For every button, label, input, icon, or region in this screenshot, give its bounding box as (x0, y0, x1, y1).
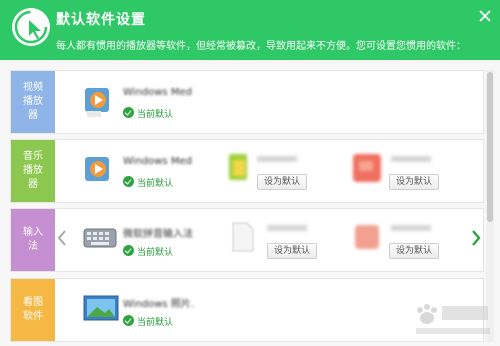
window-title: 默认软件设置 (56, 12, 146, 28)
current-default-badge: 当前默认 (137, 318, 174, 328)
category-label-video: 视频播放器 (11, 71, 55, 133)
scrollbar-thumb[interactable] (487, 72, 493, 222)
check-icon (123, 315, 134, 326)
app-name: Windows 照片... (123, 299, 193, 310)
scroll-left-icon[interactable] (56, 228, 68, 248)
set-default-button[interactable]: 设为默认 (257, 174, 307, 190)
header-bar: 默认软件设置 每人都有惯用的播放器等软件，但经常被篡改，导致用起来不方便。您可设… (0, 0, 500, 60)
category-row-music: 音乐播放器 Windows Medi... 当前默认 设为默认 设为默认 (10, 139, 484, 203)
app-name: 微软拼音输入法 (123, 229, 193, 240)
category-row-input-method: 输入法 微软拼音输入法 当前默认 设为默认 设为默认 (10, 208, 484, 272)
set-default-button[interactable]: 设为默认 (389, 174, 439, 190)
settings-logo-icon (12, 8, 50, 46)
window-subtitle: 每人都有惯用的播放器等软件，但经常被篡改，导致用起来不方便。您可设置您惯用的软件… (56, 41, 466, 52)
category-row-video: 视频播放器 Windows Medi... 当前默认 (10, 70, 484, 134)
category-label-input-method: 输入法 (11, 209, 55, 271)
scroll-right-icon[interactable] (470, 228, 482, 248)
baidu-watermark-logo (410, 298, 496, 338)
category-label-music: 音乐播放器 (11, 140, 55, 202)
windows-media-player-icon[interactable] (83, 154, 115, 186)
close-icon[interactable] (478, 8, 492, 22)
music-app-icon[interactable] (223, 152, 255, 184)
check-icon (123, 245, 134, 256)
photo-viewer-icon[interactable] (83, 293, 119, 325)
check-icon (123, 176, 134, 187)
app-name: Windows Medi... (123, 87, 193, 98)
set-default-button[interactable]: 设为默认 (389, 243, 439, 259)
current-default-badge: 当前默认 (137, 248, 174, 258)
keyboard-icon[interactable] (83, 223, 117, 255)
music-app-icon-red[interactable] (351, 152, 383, 184)
app-name-blurred (257, 156, 297, 162)
current-default-badge: 当前默认 (137, 110, 174, 120)
app-name-blurred (267, 225, 307, 231)
app-name-blurred (391, 156, 431, 162)
current-default-badge: 当前默认 (137, 179, 174, 189)
check-icon (123, 107, 134, 118)
input-method-icon-red[interactable] (351, 221, 383, 253)
app-name: Windows Medi... (123, 156, 193, 167)
category-label-image-viewer: 看图软件 (11, 279, 55, 341)
input-method-icon[interactable] (229, 221, 261, 253)
app-name-blurred (391, 225, 431, 231)
windows-media-player-icon[interactable] (83, 85, 115, 117)
set-default-button[interactable]: 设为默认 (267, 243, 317, 259)
